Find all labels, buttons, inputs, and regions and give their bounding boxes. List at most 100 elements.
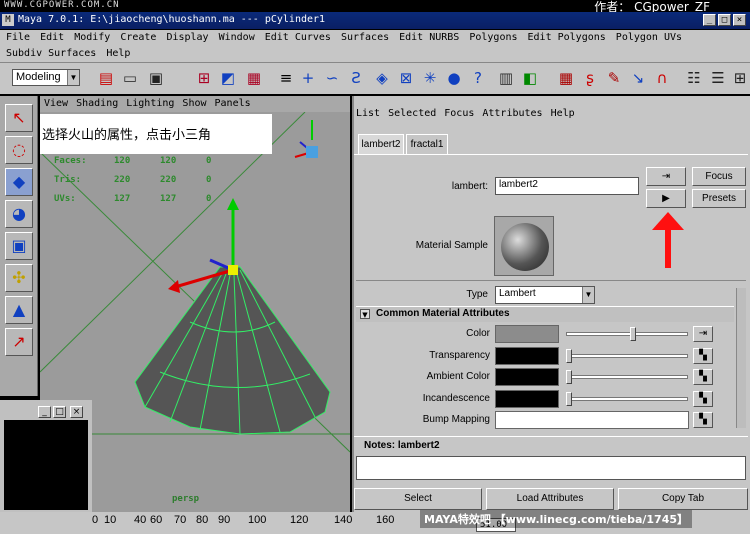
attribute-swatch[interactable] xyxy=(495,411,689,429)
lock-icon[interactable]: ▥ xyxy=(496,68,516,88)
magnet-icon[interactable]: ∩ xyxy=(652,68,672,88)
attribute-slider-track[interactable] xyxy=(566,375,688,379)
menu-item[interactable]: Edit Polygons xyxy=(528,32,606,43)
volcano-mesh[interactable] xyxy=(134,266,331,435)
maximize-button[interactable]: □ xyxy=(53,406,66,418)
attribute-swatch[interactable] xyxy=(495,389,559,408)
map-button[interactable]: ▚ xyxy=(693,369,713,385)
menu-item[interactable]: Edit NURBS xyxy=(399,32,459,43)
chevron-down-icon[interactable]: ▼ xyxy=(582,287,594,303)
history-icon[interactable]: ✳ xyxy=(420,68,440,88)
load-attributes-button[interactable]: Load Attributes xyxy=(486,488,614,510)
tab-lambert2[interactable]: lambert2 xyxy=(358,134,404,154)
tab-fractal1[interactable]: fractal1 xyxy=(406,134,448,154)
chevron-down-icon[interactable]: ▼ xyxy=(67,70,79,85)
attribute-slider-track[interactable] xyxy=(566,353,688,358)
menu-item[interactable]: Display xyxy=(166,32,208,43)
lasso-tool-icon[interactable]: ◌ xyxy=(5,136,33,164)
select-object-icon[interactable]: ◩ xyxy=(218,68,238,88)
presets-button[interactable]: Presets xyxy=(692,189,746,208)
viewport-menu-item[interactable]: View xyxy=(44,98,68,109)
minimize-button[interactable]: _ xyxy=(38,406,51,418)
snap-view-icon[interactable]: ◈ xyxy=(372,68,392,88)
snap-menu-icon[interactable]: ≡ xyxy=(276,68,296,88)
scale-tool-icon[interactable]: ▣ xyxy=(5,232,33,260)
select-hierarchy-icon[interactable]: ⊞ xyxy=(194,68,214,88)
minimize-button[interactable]: _ xyxy=(703,14,716,26)
menu-item[interactable]: Window xyxy=(219,32,255,43)
attribute-slider-knob[interactable] xyxy=(566,348,572,363)
hypergraph-icon[interactable]: ☰ xyxy=(708,68,728,88)
move-tool-icon[interactable]: ◆ xyxy=(5,168,33,196)
map-button[interactable]: ▚ xyxy=(693,390,713,407)
node-name-field[interactable]: lambert2 xyxy=(495,177,639,195)
copy-tab-button[interactable]: Copy Tab xyxy=(618,488,748,510)
close-button[interactable]: × xyxy=(733,14,746,26)
go-to-input-button[interactable]: ⇥ xyxy=(646,167,686,186)
menu-item[interactable]: Create xyxy=(120,32,156,43)
channel-icon[interactable]: ◧ xyxy=(520,68,540,88)
attribute-slider-track[interactable] xyxy=(566,332,688,336)
attribute-slider-track[interactable] xyxy=(566,396,688,401)
attribute-editor-menu-item[interactable]: Help xyxy=(551,108,575,119)
material-sample-swatch[interactable] xyxy=(494,216,554,276)
menu-item[interactable]: Polygon UVs xyxy=(616,32,682,43)
menu-item[interactable]: Edit Curves xyxy=(265,32,331,43)
attribute-editor-menu-item[interactable]: List xyxy=(356,108,380,119)
manipulator-center[interactable] xyxy=(228,265,238,275)
notes-textarea[interactable] xyxy=(356,456,746,480)
render-icon[interactable]: ● xyxy=(444,68,464,88)
maximize-button[interactable]: □ xyxy=(718,14,731,26)
open-scene-icon[interactable]: ▭ xyxy=(120,68,140,88)
menu-item[interactable]: Polygons xyxy=(469,32,517,43)
snap-curve-icon[interactable]: ∽ xyxy=(322,68,342,88)
save-scene-icon[interactable]: ▣ xyxy=(146,68,166,88)
menu-item[interactable]: Surfaces xyxy=(341,32,389,43)
new-scene-icon[interactable]: ▤ xyxy=(96,68,116,88)
attribute-swatch[interactable] xyxy=(495,368,559,386)
menu-item[interactable]: Subdiv Surfaces xyxy=(6,48,96,59)
attribute-slider-knob[interactable] xyxy=(566,370,572,384)
paint-icon[interactable]: ʂ xyxy=(580,68,600,88)
common-material-section-header[interactable]: ▼ Common Material Attributes xyxy=(356,306,734,322)
attribute-scrollbar[interactable] xyxy=(736,288,746,428)
close-button[interactable]: × xyxy=(70,406,83,418)
attribute-editor-menu-item[interactable]: Focus xyxy=(444,108,474,119)
outliner-icon[interactable]: ☷ xyxy=(684,68,704,88)
menu-item[interactable]: Help xyxy=(106,48,130,59)
focus-button[interactable]: Focus xyxy=(692,167,746,186)
select-component-icon[interactable]: ▦ xyxy=(244,68,264,88)
view-cube-icon[interactable] xyxy=(294,120,318,158)
map-button[interactable]: ▚ xyxy=(693,347,713,364)
viewport-menu-item[interactable]: Panels xyxy=(215,98,251,109)
attribute-slider-knob[interactable] xyxy=(629,327,636,341)
grid-icon[interactable]: ▦ xyxy=(556,68,576,88)
attribute-slider-knob[interactable] xyxy=(566,391,572,406)
viewport-menu-item[interactable]: Lighting xyxy=(126,98,174,109)
attribute-editor-menu-item[interactable]: Selected xyxy=(388,108,436,119)
go-to-output-button[interactable]: ▶ xyxy=(646,189,686,208)
snap-point-icon[interactable]: Ƨ xyxy=(346,68,366,88)
menu-item[interactable]: Modify xyxy=(74,32,110,43)
attribute-swatch[interactable] xyxy=(495,346,559,365)
collapse-triangle-icon[interactable]: ▼ xyxy=(360,309,370,319)
rotate-tool-icon[interactable]: ◕ xyxy=(5,200,33,228)
attribute-swatch[interactable] xyxy=(495,325,559,343)
brush-icon[interactable]: ✎ xyxy=(604,68,624,88)
show-manip-icon[interactable]: ↗ xyxy=(5,328,33,356)
universal-manip-icon[interactable]: ✣ xyxy=(5,264,33,292)
viewport-menu-item[interactable]: Shading xyxy=(76,98,118,109)
type-select[interactable]: Lambert ▼ xyxy=(495,286,595,304)
select-button[interactable]: Select xyxy=(354,488,482,510)
menu-item[interactable]: File xyxy=(6,32,30,43)
snap-grid-icon[interactable]: + xyxy=(298,68,318,88)
map-button[interactable]: ⇥ xyxy=(693,326,713,342)
attribute-toggle-icon[interactable]: ⊞ xyxy=(730,68,750,88)
select-tool-icon[interactable]: ↖ xyxy=(5,104,33,132)
map-button[interactable]: ▚ xyxy=(693,412,713,428)
mode-select[interactable]: Modeling ▼ xyxy=(12,69,80,86)
live-surface-icon[interactable]: ⊠ xyxy=(396,68,416,88)
help-icon[interactable]: ? xyxy=(468,68,488,88)
sculpt-icon[interactable]: ↘ xyxy=(628,68,648,88)
attribute-editor-menu-item[interactable]: Attributes xyxy=(482,108,542,119)
